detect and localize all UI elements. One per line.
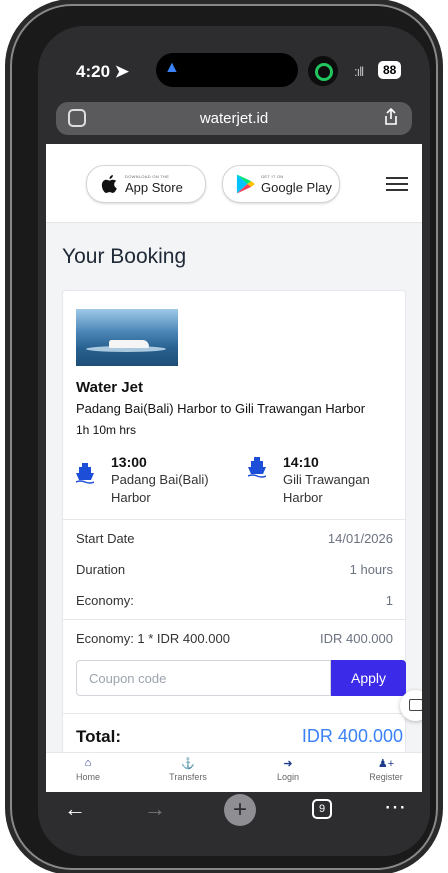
start-date-label: Start Date — [76, 531, 135, 546]
divider — [63, 519, 405, 520]
trip-route: Padang Bai(Bali) Harbor to Gili Trawanga… — [76, 401, 366, 416]
browser-toolbar: ← → + 9 ⋯ — [38, 792, 430, 856]
tab-count-button[interactable]: 9 — [312, 799, 332, 819]
more-menu-icon[interactable]: ⋯ — [384, 794, 406, 820]
address-bar[interactable]: waterjet.id — [56, 102, 412, 135]
departure-time: 13:00 — [111, 454, 147, 470]
app-store-label: App Store — [125, 180, 183, 195]
boat-image — [76, 309, 178, 366]
new-tab-icon[interactable]: + — [224, 794, 256, 826]
nav-transfers[interactable]: ⚓ Transfers — [156, 757, 220, 782]
site-header: DOWNLOAD ON THE App Store GET IT ON Goog… — [46, 144, 422, 223]
page-title: Your Booking — [62, 245, 187, 268]
hamburger-menu-icon[interactable] — [386, 177, 408, 195]
apply-button[interactable]: Apply — [331, 660, 406, 696]
app-store-button[interactable]: DOWNLOAD ON THE App Store — [86, 165, 206, 203]
start-date-value: 14/01/2026 — [327, 531, 393, 546]
nav-register-label: Register — [369, 772, 403, 782]
status-bar: 4:20 ➤ ▲ :ıll 88 — [38, 26, 430, 106]
bottom-navigation: ⌂ Home ⚓ Transfers ➜ Login ♟+ Register — [46, 752, 422, 792]
phone-screen: 4:20 ➤ ▲ :ıll 88 waterjet.id DOWNLOAD ON… — [38, 26, 430, 856]
nav-home-label: Home — [75, 772, 100, 782]
trip-title: Water Jet — [76, 379, 143, 396]
login-icon: ➜ — [283, 758, 293, 770]
signal-icon: :ıll — [354, 64, 364, 79]
share-icon[interactable] — [384, 108, 398, 126]
arrival-port: Gili Trawangan Harbor — [283, 472, 370, 505]
trip-duration: 1h 10m hrs — [76, 423, 137, 437]
duration-label: Duration — [76, 562, 126, 577]
battery-indicator: 88 — [378, 61, 402, 79]
forward-arrow-icon[interactable]: → — [144, 796, 166, 822]
duration-value: 1 hours — [349, 562, 393, 577]
app-store-small-text: DOWNLOAD ON THE — [125, 174, 170, 179]
booking-card: Water Jet Padang Bai(Bali) Harbor to Gil… — [62, 290, 406, 792]
nav-register[interactable]: ♟+ Register — [354, 757, 418, 782]
arrival-time: 14:10 — [283, 454, 319, 470]
google-play-icon — [236, 174, 255, 194]
ship-icon: ⚓ — [181, 758, 195, 770]
apple-icon — [101, 175, 117, 193]
arrival-ship-icon — [248, 457, 266, 478]
phone-frame: 4:20 ➤ ▲ :ıll 88 waterjet.id DOWNLOAD ON… — [6, 4, 438, 870]
economy-label: Economy: — [76, 593, 134, 608]
google-play-small-text: GET IT ON — [261, 174, 284, 179]
back-arrow-icon[interactable]: ← — [64, 796, 86, 822]
navigation-icon: ▲ — [164, 59, 180, 76]
coupon-input[interactable] — [76, 660, 331, 696]
home-icon: ⌂ — [84, 757, 92, 769]
departure-port: Padang Bai(Bali) Harbor — [111, 472, 209, 505]
web-page: DOWNLOAD ON THE App Store GET IT ON Goog… — [46, 144, 422, 792]
price-line-value: IDR 400.000 — [320, 631, 393, 646]
nav-login-label: Login — [276, 772, 300, 782]
user-plus-icon: ♟+ — [377, 758, 395, 770]
google-play-button[interactable]: GET IT ON Google Play — [222, 165, 340, 203]
location-arrow-icon: ➤ — [114, 62, 130, 81]
total-value: IDR 400.000 — [301, 726, 403, 746]
divider — [63, 713, 405, 714]
departure-ship-icon — [76, 463, 94, 484]
hotspot-icon — [308, 56, 338, 86]
nav-login[interactable]: ➜ Login — [256, 757, 320, 782]
nav-transfers-label: Transfers — [169, 772, 207, 782]
url-text[interactable]: waterjet.id — [56, 110, 412, 127]
google-play-label: Google Play — [261, 180, 332, 195]
side-button — [6, 266, 10, 338]
price-line-label: Economy: 1 * IDR 400.000 — [76, 631, 230, 646]
nav-home[interactable]: ⌂ Home — [56, 757, 120, 782]
status-time: 4:20 ➤ — [76, 62, 130, 81]
divider — [63, 619, 405, 620]
economy-value: 1 — [385, 593, 393, 608]
total-label: Total: — [76, 727, 122, 746]
